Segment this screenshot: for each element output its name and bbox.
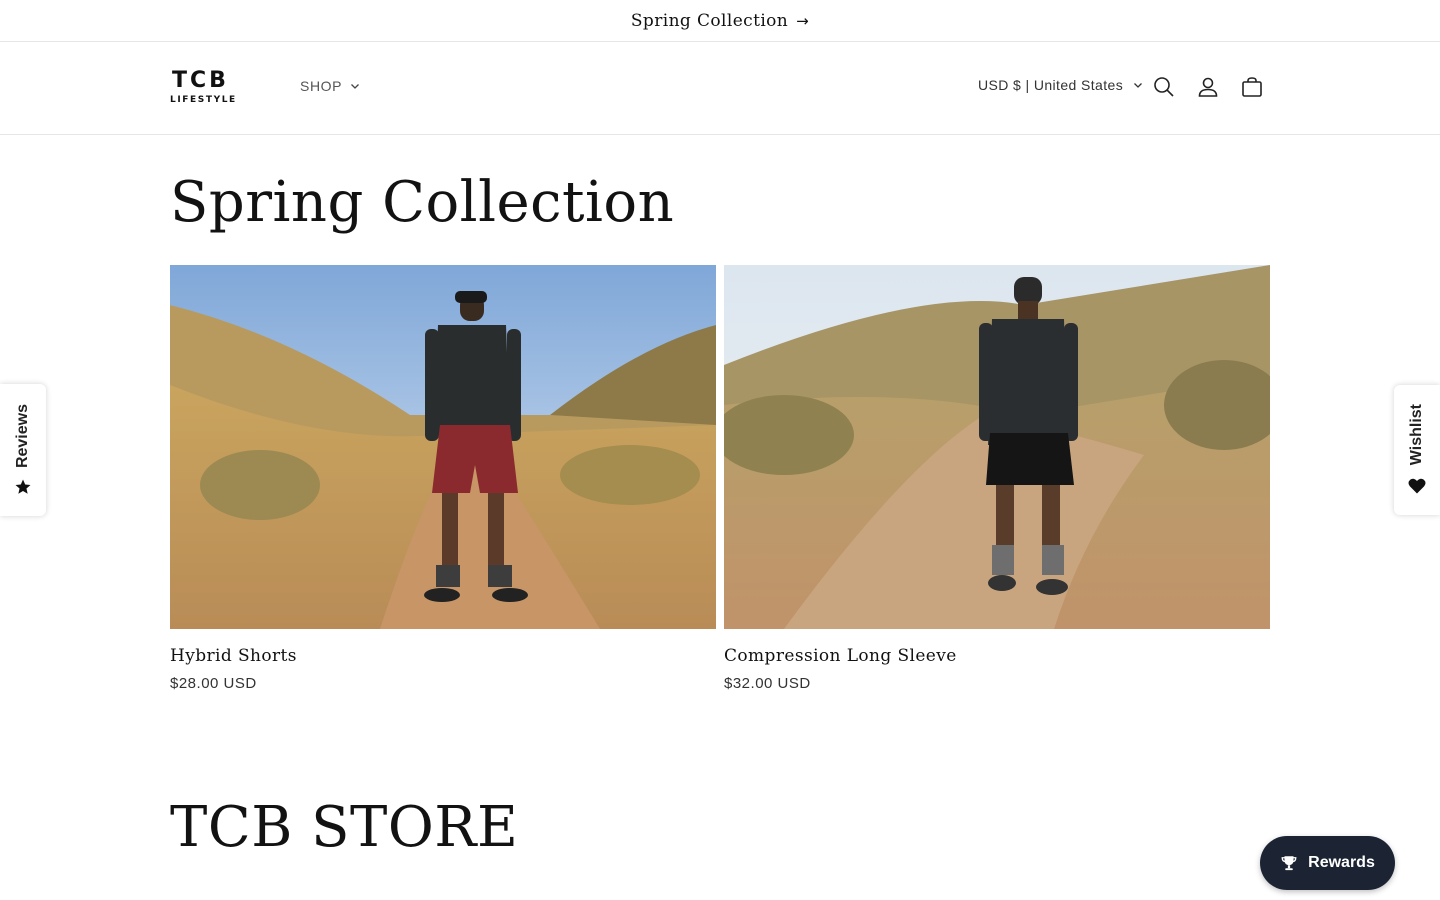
- nav-shop[interactable]: SHOP: [300, 78, 360, 94]
- chevron-down-icon: [1134, 83, 1143, 88]
- currency-selector[interactable]: USD $ | United States: [978, 77, 1143, 93]
- site-header: TCB LIFESTYLE SHOP USD $ | United States: [0, 42, 1440, 135]
- star-icon: [15, 479, 31, 494]
- account-icon[interactable]: [1196, 75, 1220, 99]
- reviews-tab-label: Reviews: [14, 403, 31, 469]
- search-icon[interactable]: [1152, 75, 1176, 99]
- product-price: $32.00 USD: [724, 675, 811, 692]
- heart-icon: [1408, 478, 1426, 494]
- rewards-button[interactable]: Rewards: [1260, 836, 1395, 890]
- wishlist-tab[interactable]: Wishlist: [1394, 385, 1440, 515]
- store-title: TCB STORE: [170, 795, 519, 860]
- collection-title: Spring Collection: [170, 170, 675, 235]
- logo[interactable]: TCB LIFESTYLE: [170, 70, 260, 106]
- reviews-tab[interactable]: Reviews: [0, 384, 46, 516]
- product-name[interactable]: Compression Long Sleeve: [724, 646, 1270, 666]
- product-price: $28.00 USD: [170, 675, 257, 692]
- chevron-down-icon: [351, 84, 360, 89]
- currency-value: USD $ | United States: [978, 77, 1124, 93]
- product-image[interactable]: [724, 265, 1270, 629]
- arrow-right-icon: →: [796, 11, 810, 30]
- wishlist-tab-label: Wishlist: [1408, 404, 1425, 466]
- logo-mark: TCB: [172, 68, 229, 93]
- announcement-bar[interactable]: Spring Collection →: [0, 0, 1440, 42]
- product-name[interactable]: Hybrid Shorts: [170, 646, 716, 666]
- trophy-icon: [1281, 856, 1297, 871]
- announcement-text[interactable]: Spring Collection: [631, 11, 788, 31]
- logo-sub: LIFESTYLE: [170, 95, 237, 105]
- product-card[interactable]: Hybrid Shorts $28.00 USD: [170, 265, 716, 692]
- nav-shop-label: SHOP: [300, 78, 343, 94]
- rewards-label: Rewards: [1308, 854, 1375, 871]
- product-image[interactable]: [170, 265, 716, 629]
- cart-icon[interactable]: [1240, 75, 1264, 99]
- product-card[interactable]: Compression Long Sleeve $32.00 USD: [724, 265, 1270, 692]
